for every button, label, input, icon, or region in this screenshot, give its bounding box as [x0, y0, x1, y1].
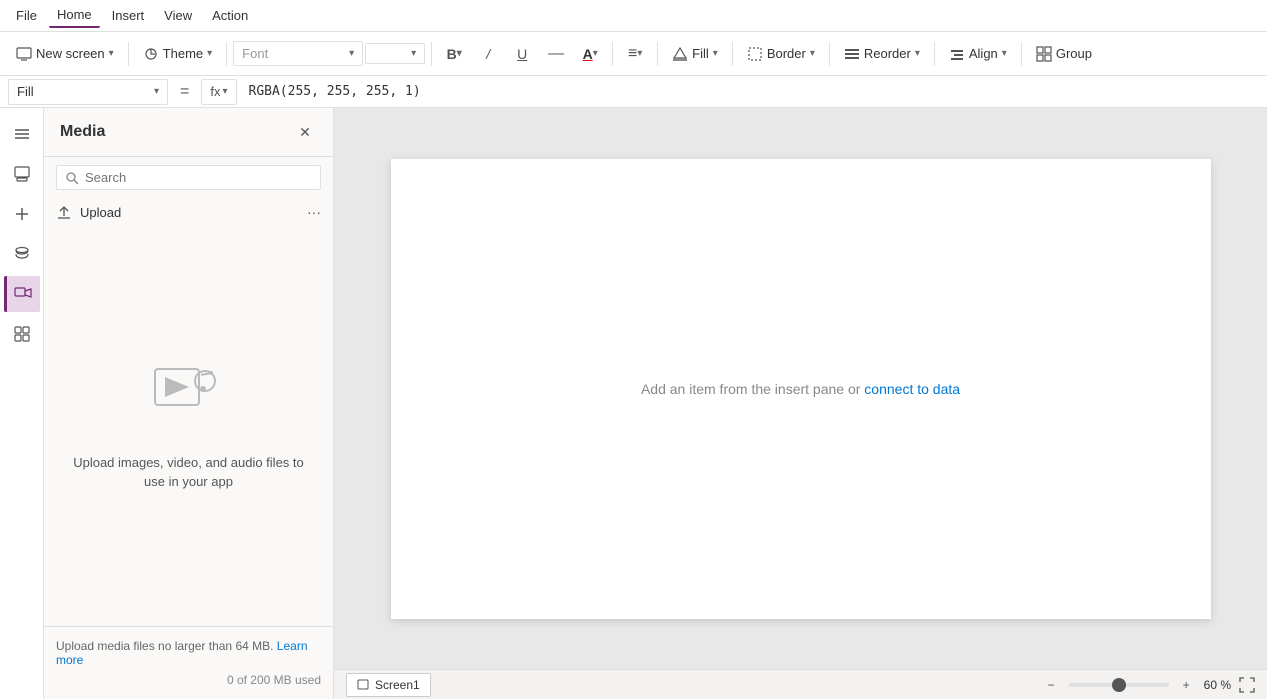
search-input[interactable] — [85, 170, 312, 185]
zoom-controls: − + 60 % — [1042, 676, 1255, 694]
upload-more-button[interactable]: ··· — [307, 204, 321, 220]
theme-button[interactable]: Theme ▾ — [135, 42, 221, 66]
formula-dropdown[interactable]: Fill ▾ — [8, 79, 168, 105]
separator-8 — [934, 42, 935, 66]
separator-9 — [1021, 42, 1022, 66]
border-button[interactable]: Border ▾ — [739, 42, 823, 66]
media-empty-text: Upload images, video, and audio files to… — [64, 453, 313, 492]
toolbar: New screen ▾ Theme ▾ Font ▾ ▾ B ▾ / U — — [0, 32, 1267, 76]
group-button[interactable]: Group — [1028, 42, 1100, 66]
zoom-slider-thumb[interactable] — [1112, 678, 1126, 692]
media-panel-close-button[interactable]: ✕ — [293, 120, 317, 144]
theme-icon — [143, 46, 159, 62]
main-content: Media ✕ Upload ··· — [0, 108, 1267, 699]
align-right-chevron: ▾ — [1002, 48, 1007, 59]
connect-to-data-link[interactable]: connect to data — [864, 381, 960, 397]
menu-home[interactable]: Home — [49, 3, 100, 28]
screen-tab-icon — [357, 679, 369, 691]
new-screen-button[interactable]: New screen ▾ — [8, 42, 122, 66]
menu-view[interactable]: View — [156, 4, 200, 27]
upload-row[interactable]: Upload ··· — [44, 198, 333, 226]
separator-3 — [431, 42, 432, 66]
media-empty-icon — [153, 361, 225, 437]
separator-5 — [657, 42, 658, 66]
separator-1 — [128, 42, 129, 66]
zoom-level: 60 % — [1204, 678, 1231, 692]
zoom-in-button[interactable]: + — [1177, 676, 1196, 694]
reorder-icon — [844, 46, 860, 62]
sidebar-icon-layers[interactable] — [4, 156, 40, 192]
screen-icon — [16, 46, 32, 62]
fill-chevron: ▾ — [713, 48, 718, 59]
menu-file[interactable]: File — [8, 4, 45, 27]
search-icon — [65, 171, 79, 185]
bottom-bar: Screen1 − + 60 % — [334, 669, 1267, 699]
media-panel-header: Media ✕ — [44, 108, 333, 157]
italic-button[interactable]: / — [472, 40, 504, 68]
theme-chevron: ▾ — [207, 48, 212, 59]
font-dropdown[interactable]: Font ▾ — [233, 41, 363, 66]
align-right-icon — [949, 46, 965, 62]
media-search-box[interactable] — [56, 165, 321, 190]
size-chevron: ▾ — [411, 48, 416, 59]
storage-info: 0 of 200 MB used — [56, 673, 321, 687]
upload-label: Upload — [80, 205, 121, 220]
canvas-hint: Add an item from the insert pane or conn… — [641, 381, 960, 397]
formula-bar: Fill ▾ = fx ▾ RGBA(255, 255, 255, 1) — [0, 76, 1267, 108]
fill-button[interactable]: Fill ▾ — [664, 42, 726, 66]
border-chevron: ▾ — [810, 48, 815, 59]
sidebar-icon-data[interactable] — [4, 236, 40, 272]
fullscreen-icon[interactable] — [1239, 677, 1255, 693]
separator-6 — [732, 42, 733, 66]
screen-label: Screen1 — [375, 678, 420, 692]
media-footer-message: Upload media files no larger than 64 MB.… — [56, 639, 321, 667]
canvas-frame[interactable]: Add an item from the insert pane or conn… — [391, 159, 1211, 619]
sidebar-icon-menu[interactable] — [4, 116, 40, 152]
sidebar-icon-add[interactable] — [4, 196, 40, 232]
border-icon — [747, 46, 763, 62]
menu-bar: File Home Insert View Action — [0, 0, 1267, 32]
media-empty-state: Upload images, video, and audio files to… — [44, 226, 333, 626]
align-right-button[interactable]: Align ▾ — [941, 42, 1015, 66]
group-icon — [1036, 46, 1052, 62]
canvas-container[interactable]: Add an item from the insert pane or conn… — [334, 108, 1267, 669]
reorder-chevron: ▾ — [915, 48, 920, 59]
bold-button[interactable]: B ▾ — [438, 40, 470, 68]
screen-tab[interactable]: Screen1 — [346, 673, 431, 697]
font-color-button[interactable]: A ▾ — [574, 40, 606, 68]
upload-left: Upload — [56, 204, 121, 220]
underline-button[interactable]: U — [506, 40, 538, 68]
separator-4 — [612, 42, 613, 66]
upload-icon — [56, 204, 72, 220]
separator-7 — [829, 42, 830, 66]
new-screen-chevron: ▾ — [109, 48, 114, 59]
strikethrough-button[interactable]: — — [540, 40, 572, 68]
media-panel: Media ✕ Upload ··· — [44, 108, 334, 699]
align-button[interactable]: ≡ ▾ — [619, 40, 651, 68]
formula-equals: = — [172, 83, 197, 101]
media-panel-title: Media — [60, 123, 105, 141]
formula-fx-button[interactable]: fx ▾ — [201, 79, 236, 105]
canvas-area: Add an item from the insert pane or conn… — [334, 108, 1267, 699]
sidebar-icon-media[interactable] — [4, 276, 40, 312]
formula-dropdown-chevron: ▾ — [154, 86, 159, 97]
size-dropdown[interactable]: ▾ — [365, 43, 425, 64]
sidebar-icons — [0, 108, 44, 699]
menu-insert[interactable]: Insert — [104, 4, 153, 27]
separator-2 — [226, 42, 227, 66]
menu-action[interactable]: Action — [204, 4, 256, 27]
zoom-slider[interactable] — [1069, 683, 1169, 687]
media-panel-footer: Upload media files no larger than 64 MB.… — [44, 626, 333, 699]
reorder-button[interactable]: Reorder ▾ — [836, 42, 928, 66]
fill-icon — [672, 46, 688, 62]
font-chevron: ▾ — [349, 48, 354, 59]
sidebar-icon-components[interactable] — [4, 316, 40, 352]
zoom-out-button[interactable]: − — [1042, 676, 1061, 694]
formula-value[interactable]: RGBA(255, 255, 255, 1) — [241, 82, 1260, 101]
